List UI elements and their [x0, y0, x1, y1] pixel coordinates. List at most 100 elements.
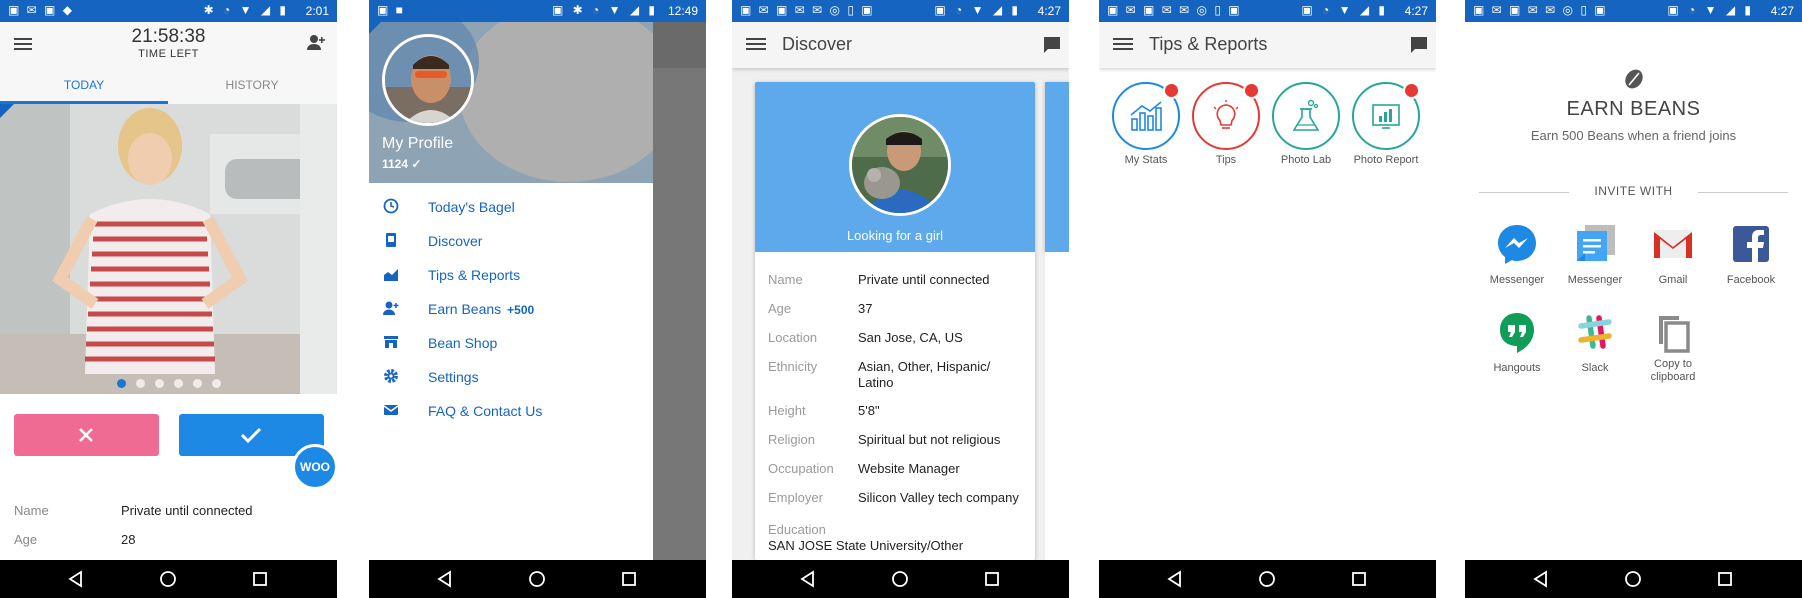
share-gmail[interactable]: Gmail — [1633, 222, 1713, 287]
drawer-item-faq[interactable]: FAQ & Contact Us — [369, 392, 653, 431]
back-icon[interactable] — [798, 569, 818, 589]
home-icon[interactable] — [890, 569, 910, 589]
home-icon[interactable] — [1257, 569, 1277, 589]
back-icon[interactable] — [66, 569, 86, 589]
system-icons: ▣ ✱ ◔ ▼ ◢ ▮ — [551, 3, 658, 17]
woo-button[interactable]: WOO — [292, 444, 337, 490]
home-icon[interactable] — [527, 569, 547, 589]
menu-icon[interactable] — [1113, 35, 1133, 55]
notification-icons: ▣ ✉ ▣ ✉ ✉ ◎ ▯ ▣ — [1107, 3, 1242, 17]
bean-count: 1124 ✓ — [382, 157, 421, 171]
status-bar: ▣ ✉ ▣ ◆ ✱ ◔ ▼ ◢ ▮ 2:01 — [0, 0, 337, 22]
photo-report-circle — [1352, 82, 1420, 150]
drawer-item-label: Tips & Reports — [428, 267, 521, 283]
detail-label: Occupation — [768, 461, 834, 476]
detail-value: 28 — [121, 532, 136, 547]
education-value: SAN JOSE State University/Other — [768, 538, 964, 553]
notification-icons: ▣ ✉ ▣ ✉ ✉ ◎ ▯ ▣ — [1473, 3, 1608, 17]
system-icons: ✱ ◔ ▼ ◢ ▮ — [203, 3, 289, 17]
stats-chart-icon — [1130, 101, 1162, 131]
store-icon — [384, 336, 398, 348]
earn-beans-label: Earn Beans — [428, 301, 502, 317]
next-card-body — [1045, 252, 1069, 560]
detail-label: Height — [768, 403, 806, 418]
chat-icon[interactable] — [1410, 36, 1428, 54]
screen-drawer: ▣ ■ ▣ ✱ ◔ ▼ ◢ ▮ 12:49 My Profile 1124 ✓ … — [369, 0, 706, 598]
menu-icon[interactable] — [746, 35, 766, 55]
screen-earn-beans: ▣ ✉ ▣ ✉ ✉ ◎ ▯ ▣ ▣ ◔ ▼ ◢ ▮ 4:27 EARN BEAN… — [1465, 0, 1802, 598]
tab-history[interactable]: HISTORY — [168, 78, 336, 92]
tile-tips[interactable]: Tips — [1191, 82, 1261, 166]
back-icon[interactable] — [1531, 569, 1551, 589]
share-hangouts[interactable]: Hangouts — [1477, 310, 1557, 375]
recents-icon[interactable] — [1349, 569, 1369, 589]
recents-icon[interactable] — [1715, 569, 1735, 589]
tile-label: Photo Report — [1353, 154, 1419, 166]
share-copy-clipboard[interactable]: Copy to clipboard — [1633, 310, 1713, 384]
notification-icons: ▣ ✉ ▣ ◆ — [8, 3, 74, 17]
share-facebook[interactable]: Facebook — [1711, 222, 1791, 287]
home-icon[interactable] — [1623, 569, 1643, 589]
top-bar: 21:58:38 TIME LEFT — [0, 22, 337, 68]
profile-avatar[interactable] — [382, 34, 474, 126]
detail-value: Asian, Other, Hispanic/ Latino — [858, 359, 991, 390]
countdown-timer: 21:58:38 — [131, 26, 206, 47]
back-icon[interactable] — [435, 569, 455, 589]
gmail-icon — [1651, 222, 1695, 266]
clock-icon — [383, 198, 399, 214]
lightbulb-icon — [1213, 100, 1239, 129]
android-nav-bar — [1099, 560, 1436, 598]
bean-icon — [1465, 68, 1802, 95]
share-messenger[interactable]: Messenger — [1477, 222, 1557, 287]
share-sms-messenger[interactable]: Messenger — [1555, 222, 1635, 287]
tile-label: My Stats — [1124, 154, 1168, 166]
home-icon[interactable] — [158, 569, 178, 589]
profile-card[interactable]: Looking for a girl Name Private until con… — [755, 82, 1035, 560]
tab-bar: TODAY HISTORY — [0, 68, 337, 104]
share-label: Messenger — [1489, 274, 1545, 286]
back-icon[interactable] — [1165, 569, 1185, 589]
bean-count-value: 1124 — [382, 157, 409, 171]
recents-icon[interactable] — [619, 569, 639, 589]
detail-label: Employer — [768, 490, 823, 505]
hangouts-icon — [1495, 310, 1539, 354]
detail-value: 37 — [858, 301, 873, 316]
status-time: 4:27 — [1037, 4, 1061, 18]
next-card-peek[interactable] — [1045, 82, 1069, 252]
share-label: Messenger — [1567, 274, 1623, 286]
copy-icon — [1651, 310, 1695, 354]
status-bar: ▣ ■ ▣ ✱ ◔ ▼ ◢ ▮ 12:49 — [369, 0, 706, 22]
page-subtitle: Earn 500 Beans when a friend joins — [1530, 128, 1737, 143]
detail-value: Private until connected — [858, 272, 990, 287]
recents-icon[interactable] — [250, 569, 270, 589]
nav-drawer: My Profile 1124 ✓ Today's Bagel Discover… — [369, 22, 653, 560]
add-person-icon — [383, 301, 399, 315]
profile-photo[interactable] — [0, 104, 337, 394]
profile-avatar[interactable] — [849, 114, 951, 216]
invite-with-label: INVITE WITH — [1594, 184, 1673, 198]
detail-value: Spiritual but not religious — [858, 432, 1001, 447]
notification-badge — [1163, 82, 1180, 99]
drawer-scrim[interactable] — [653, 22, 706, 560]
drawer-item-label: Today's Bagel — [428, 199, 515, 215]
tile-photo-report[interactable]: Photo Report — [1351, 82, 1421, 166]
tab-today[interactable]: TODAY — [0, 78, 168, 92]
add-person-icon[interactable] — [307, 34, 325, 50]
photo-lab-circle — [1272, 82, 1340, 150]
tile-photo-lab[interactable]: Photo Lab — [1271, 82, 1341, 166]
recents-icon[interactable] — [982, 569, 1002, 589]
notification-badge — [1243, 82, 1260, 99]
chat-icon[interactable] — [1043, 36, 1061, 54]
mail-icon — [383, 405, 399, 415]
share-slack[interactable]: Slack — [1555, 310, 1635, 375]
facebook-icon — [1729, 222, 1773, 266]
app-bar: Discover — [732, 22, 1069, 68]
detail-label: Name — [14, 503, 49, 518]
drawer-header[interactable]: My Profile 1124 ✓ — [369, 22, 653, 183]
tile-my-stats[interactable]: My Stats — [1111, 82, 1181, 166]
system-icons: ▣ ◔ ▼ ◢ ▮ — [1301, 3, 1388, 17]
chart-icon — [384, 269, 398, 281]
my-stats-circle — [1112, 82, 1180, 150]
pass-button[interactable] — [14, 414, 159, 456]
drawer-item-label: Earn Beans +500 — [428, 301, 534, 317]
